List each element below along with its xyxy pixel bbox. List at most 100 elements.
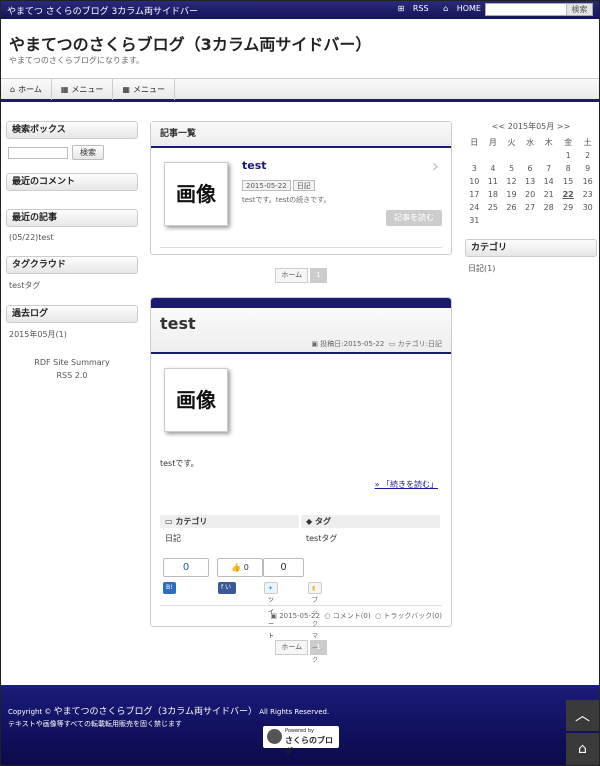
calendar-day — [502, 149, 521, 162]
calendar-day: 23 — [582, 190, 593, 199]
entry-excerpt: testです。testの続きです。 — [242, 196, 331, 204]
nav-item-menu-2[interactable]: ▦ メニュー — [113, 79, 175, 100]
post-category[interactable]: カテゴリ:日記 — [398, 340, 442, 348]
comment-icon: ○ — [324, 612, 331, 620]
calendar-day: 6 — [527, 164, 533, 173]
calendar-day — [558, 214, 578, 227]
calendar-day: 28 — [543, 203, 554, 212]
calendar-day: 27 — [524, 203, 536, 212]
nav-item-menu-1[interactable]: ▦ メニュー — [52, 79, 114, 100]
hatena-bookmark-button[interactable]: B! ブックマーク — [163, 582, 176, 663]
left-sidebar: 検索ボックス 検索 最近のコメント 最近の記事 (05/22)test タグクラ… — [6, 121, 138, 382]
calendar-day[interactable]: 22 — [558, 188, 578, 201]
calendar-day: 16 — [582, 177, 593, 186]
bookmark-button[interactable]: ▮ ブックマーク — [308, 582, 323, 664]
calendar-day: 9 — [585, 164, 591, 173]
top-bar: やまてつ さくらのブログ 3カラム両サイドバー ⊞ RSS ⌂ HOME 検索 — [1, 1, 599, 19]
calendar-day: 10 — [469, 177, 480, 186]
scroll-top-button[interactable]: ︿ — [566, 700, 599, 731]
tweet-button[interactable]: ✦ ツイート — [264, 582, 279, 640]
rss-label: RSS — [412, 4, 429, 13]
tag-cloud-widget: タグクラウド testタグ — [6, 256, 138, 297]
top-bar-site-name[interactable]: やまてつ さくらのブログ 3カラム両サイドバー — [7, 4, 198, 17]
tag-header: ◆ タグ — [301, 515, 440, 528]
rss-link[interactable]: ⊞ RSS — [392, 4, 429, 13]
pager-home-button[interactable]: ホーム — [275, 268, 309, 283]
rdf-link[interactable]: RDF Site Summary — [6, 356, 138, 369]
top-search-input[interactable]: 検索 — [485, 3, 593, 16]
list-item[interactable]: 画像 test 2015-05-22 日記 testです。testの続きです。 ›… — [151, 148, 451, 254]
widget-title: 過去ログ — [6, 305, 138, 323]
category-header: ▭ カテゴリ — [160, 515, 299, 528]
calendar-day: 26 — [506, 203, 517, 212]
continue-link[interactable]: » 「続きを読む」 — [375, 479, 438, 490]
calendar-day: 12 — [506, 177, 517, 186]
thumbnail-image[interactable]: 画像 — [164, 162, 228, 226]
cat-icon — [267, 729, 282, 744]
calendar-day — [539, 149, 558, 162]
site-title[interactable]: やまてつのさくらブログ（3カラム両サイドバー） — [9, 31, 371, 55]
sakura-blog-logo[interactable]: Powered by さくらのブログ — [263, 726, 339, 756]
post-title[interactable]: test — [160, 314, 196, 333]
facebook-like-button[interactable]: f いいね！ — [218, 582, 236, 615]
home-button[interactable]: ⌂ — [566, 733, 599, 765]
top-search-button[interactable]: 検索 — [566, 4, 592, 15]
archive-link[interactable]: 2015年05月(1) — [6, 323, 138, 346]
nav-label: メニュー — [71, 85, 104, 94]
read-more-button[interactable]: 記事を読む — [386, 210, 442, 226]
calendar-day: 2 — [585, 151, 591, 160]
sidebar-search-button[interactable]: 検索 — [72, 145, 104, 160]
calendar-weekday: 日 — [470, 138, 479, 147]
site-header: やまてつのさくらブログ（3カラム両サイドバー） やまてつのさくらブログになります… — [1, 19, 599, 77]
calendar-day: 17 — [469, 190, 480, 199]
nav-label: ホーム — [18, 85, 42, 94]
global-nav: ⌂ ホーム ▦ メニュー ▦ メニュー — [1, 78, 599, 102]
pager-home-button[interactable]: ホーム — [275, 640, 309, 655]
widget-title: カテゴリ — [465, 239, 597, 257]
rss2-link[interactable]: RSS 2.0 — [6, 369, 138, 382]
grid-icon: ▦ — [60, 85, 69, 94]
footer-date: 2015-05-22 — [279, 612, 320, 620]
copyright: Copyright © やまてつのさくらブログ（3カラム両サイドバー） All … — [8, 704, 329, 717]
calendar-weekday: 土 — [583, 138, 592, 147]
logo-name: さくらのブログ — [285, 736, 333, 756]
tag-link[interactable]: testタグ — [6, 274, 138, 297]
calendar-day: 14 — [543, 177, 554, 186]
trackback-link[interactable]: トラックバック(0) — [383, 612, 442, 620]
recent-post-link[interactable]: (05/22)test — [6, 227, 138, 248]
like-count-value: 0 — [243, 563, 249, 572]
nav-item-home[interactable]: ⌂ ホーム — [1, 79, 52, 100]
home-icon: ⌂ — [443, 4, 449, 13]
widget-title: 最近のコメント — [6, 173, 138, 191]
home-link[interactable]: ⌂ HOME — [437, 4, 481, 13]
sidebar-search-input[interactable] — [8, 147, 68, 159]
tag-link[interactable]: testタグ — [301, 528, 440, 549]
thumbs-up-icon: 👍 — [231, 563, 242, 572]
copyright-prefix: Copyright © — [8, 708, 52, 716]
entry-category[interactable]: 日記 — [292, 180, 315, 191]
calendar-day: 15 — [563, 177, 574, 186]
folder-icon: ▭ — [165, 517, 173, 526]
bookmark-count: 0 — [163, 558, 209, 577]
recent-comments-widget: 最近のコメント — [6, 173, 138, 191]
calendar-day — [484, 214, 503, 227]
folder-icon: ▭ — [388, 340, 396, 348]
search-widget: 検索ボックス 検索 — [6, 121, 138, 165]
category-link[interactable]: 日記(1) — [465, 257, 597, 280]
post-header: test ▣ 投稿日:2015-05-22 ▭ カテゴリ:日記 — [151, 308, 451, 354]
calendar-day: 8 — [565, 164, 571, 173]
calendar-day: 25 — [487, 203, 498, 212]
category-widget: カテゴリ 日記(1) — [465, 239, 597, 280]
calendar-weekday: 金 — [564, 138, 573, 147]
chevron-right-icon[interactable]: › — [432, 156, 439, 177]
category-link[interactable]: 日記 — [160, 528, 299, 549]
footer-site-name[interactable]: やまてつのさくらブログ（3カラム両サイドバー） — [54, 707, 257, 717]
calendar-day: 19 — [506, 190, 517, 199]
calendar-day: 7 — [546, 164, 552, 173]
entry-title[interactable]: test — [242, 159, 267, 172]
comments-link[interactable]: コメント(0) — [333, 612, 371, 620]
calendar-title[interactable]: << 2015年05月 >> — [465, 121, 597, 132]
calendar-day: 29 — [563, 203, 574, 212]
post-top-band — [151, 298, 451, 308]
calendar-weekday: 木 — [544, 138, 553, 147]
